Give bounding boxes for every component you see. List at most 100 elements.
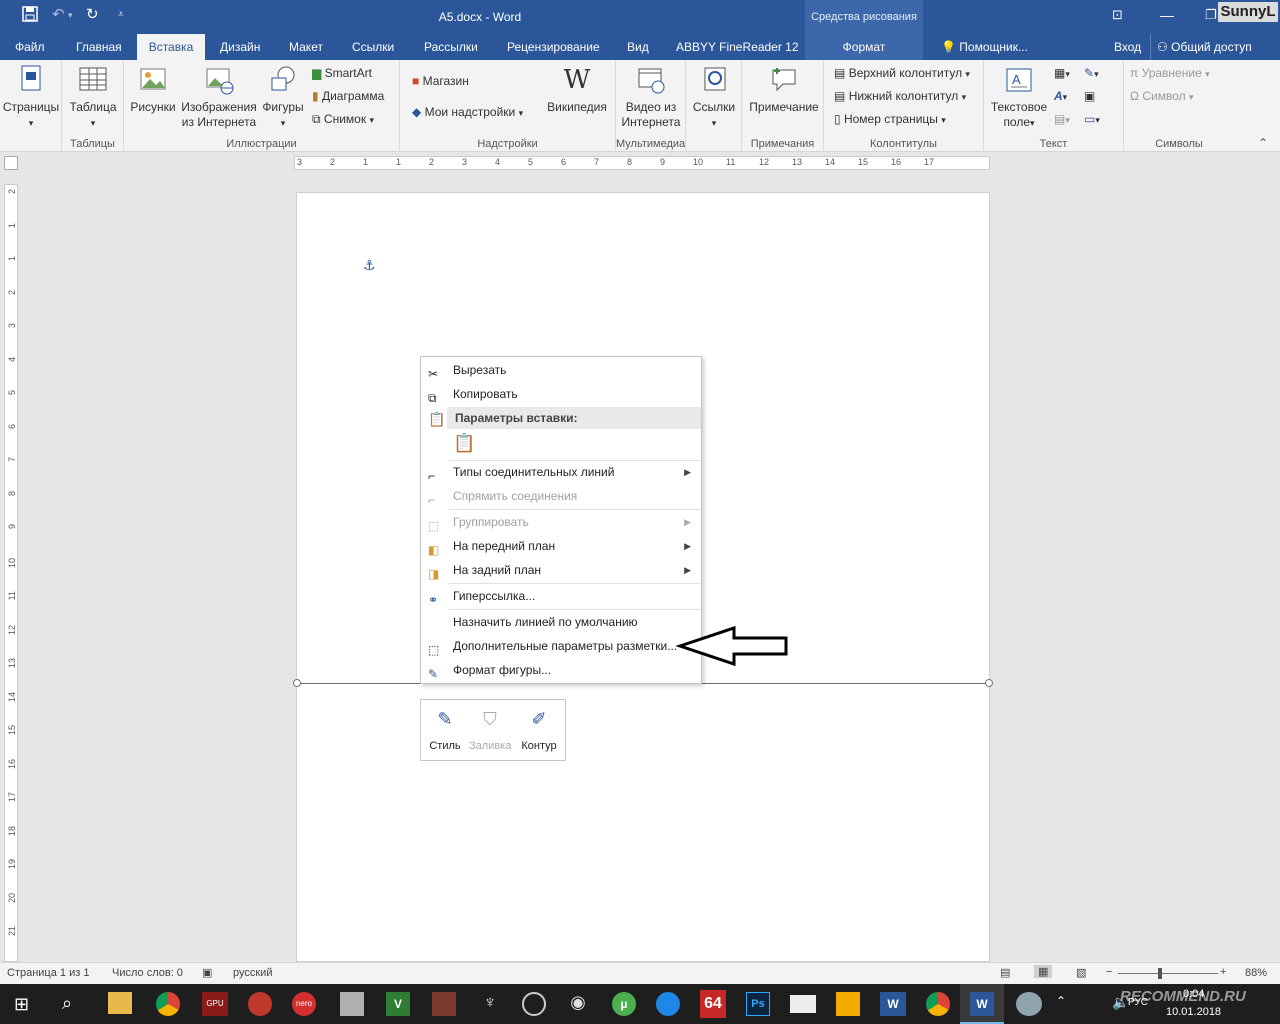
search-icon[interactable]: ⌕ bbox=[62, 993, 72, 1014]
screenshot-button[interactable]: ⧉ Снимок ▾ bbox=[312, 110, 374, 129]
menu-item-set-default-line[interactable]: Назначить линией по умолчанию bbox=[421, 611, 701, 633]
object-button[interactable]: ▭▾ bbox=[1084, 110, 1100, 129]
assassin-app-icon[interactable]: ♆ bbox=[478, 992, 502, 1016]
tell-me-box[interactable]: 💡 Помощник... bbox=[935, 34, 1034, 60]
tab-file[interactable]: Файл bbox=[9, 34, 51, 60]
links-button[interactable]: Ссылки ▾ bbox=[688, 64, 740, 131]
vertical-ruler[interactable]: 2 1 1 2 3 4 5 6 7 8 9 10 11 12 13 14 15 16 17 18 19 20 21 bbox=[4, 184, 18, 962]
start-windows-icon[interactable]: ⊞ bbox=[14, 994, 29, 1015]
pages-button[interactable]: Страницы ▾ bbox=[2, 64, 60, 131]
app-64-icon[interactable]: 64 bbox=[700, 990, 726, 1018]
online-pictures-button[interactable]: Изображения из Интернета bbox=[180, 64, 258, 130]
bank-app-icon[interactable] bbox=[248, 992, 272, 1016]
eye-app-icon[interactable]: ◉ bbox=[566, 992, 590, 1016]
footer-button[interactable]: ▤ Нижний колонтитул ▾ bbox=[834, 87, 966, 106]
smartart-button[interactable]: ▆ SmartArt bbox=[312, 64, 372, 82]
clock-time[interactable]: 0:04 bbox=[1183, 988, 1204, 1000]
tab-view[interactable]: Вид bbox=[621, 34, 655, 60]
menu-item-straighten[interactable]: ⌐ Спрямить соединения bbox=[421, 485, 701, 507]
line-start-handle[interactable] bbox=[293, 679, 301, 687]
store-button[interactable]: ■ Магазин bbox=[412, 72, 469, 90]
menu-item-bring-front[interactable]: ◧ На передний план ▶ bbox=[421, 535, 701, 557]
style-button[interactable]: ✎ Стиль bbox=[425, 704, 465, 758]
dropcap-button[interactable]: ▤▾ bbox=[1054, 110, 1070, 129]
utility-app-icon[interactable] bbox=[522, 992, 546, 1016]
restore-icon[interactable]: ❐ bbox=[1205, 6, 1217, 24]
equation-button[interactable]: π Уравнение ▾ bbox=[1130, 64, 1210, 83]
read-mode-icon[interactable]: ▤ bbox=[1000, 966, 1010, 979]
tab-abbyy[interactable]: ABBYY FineReader 12 bbox=[670, 34, 805, 60]
game-v-icon[interactable]: V bbox=[386, 992, 410, 1016]
tab-review[interactable]: Рецензирование bbox=[501, 34, 606, 60]
pictures-button[interactable]: Рисунки bbox=[128, 64, 178, 115]
undo-icon[interactable]: ↶ bbox=[52, 6, 65, 24]
tab-layout[interactable]: Макет bbox=[283, 34, 329, 60]
wikipedia-button[interactable]: W Википедия bbox=[542, 64, 612, 115]
page-count[interactable]: Страница 1 из 1 bbox=[7, 967, 89, 979]
chart-button[interactable]: ▮ Диаграмма bbox=[312, 87, 384, 105]
tab-references[interactable]: Ссылки bbox=[346, 34, 400, 60]
word-count[interactable]: Число слов: 0 bbox=[112, 967, 183, 979]
utorrent-icon[interactable]: µ bbox=[612, 992, 636, 1016]
shapes-button[interactable]: Фигуры ▾ bbox=[258, 64, 308, 131]
collapse-ribbon-icon[interactable]: ⌃ bbox=[1258, 136, 1268, 150]
proofing-icon[interactable]: ▣ bbox=[202, 966, 212, 979]
redo-icon[interactable]: ↻ bbox=[86, 6, 99, 24]
wordart-button[interactable]: A▾ bbox=[1054, 87, 1067, 106]
zoom-slider[interactable] bbox=[1118, 973, 1218, 974]
textbox-button[interactable]: A Текстовое поле▾ bbox=[986, 64, 1052, 131]
save-icon[interactable] bbox=[22, 6, 38, 27]
menu-item-connector-types[interactable]: ⌐ Типы соединительных линий ▶ bbox=[421, 461, 701, 483]
tray-arrow-icon[interactable]: ⌃ bbox=[1056, 994, 1066, 1008]
tab-home[interactable]: Главная bbox=[70, 34, 128, 60]
file-explorer-icon[interactable] bbox=[108, 992, 132, 1014]
online-video-button[interactable]: Видео из Интернета bbox=[618, 64, 684, 130]
tab-design[interactable]: Дизайн bbox=[214, 34, 266, 60]
menu-item-format-shape[interactable]: ✎ Формат фигуры... bbox=[421, 659, 701, 681]
paste-keep-format-icon[interactable]: 📋 bbox=[453, 433, 475, 457]
zoom-in-icon[interactable]: + bbox=[1220, 966, 1226, 978]
language-indicator[interactable]: русский bbox=[233, 967, 272, 979]
page-number-button[interactable]: ▯ Номер страницы ▾ bbox=[834, 110, 946, 129]
tab-selector[interactable] bbox=[4, 156, 18, 170]
clock-date[interactable]: 10.01.2018 bbox=[1166, 1006, 1221, 1018]
horizontal-ruler[interactable]: 3 2 1 1 2 3 4 5 6 7 8 9 10 11 12 13 14 15 16 17 bbox=[294, 156, 990, 170]
menu-item-copy[interactable]: ⧉ Копировать bbox=[421, 383, 701, 405]
menu-item-group[interactable]: ⬚ Группировать ▶ bbox=[421, 511, 701, 533]
fill-button[interactable]: ⛉ Заливка bbox=[469, 704, 511, 758]
minimize-icon[interactable]: — bbox=[1160, 6, 1174, 24]
comment-button[interactable]: Примечание bbox=[746, 64, 822, 115]
tab-mailings[interactable]: Рассылки bbox=[418, 34, 484, 60]
menu-item-send-back[interactable]: ◨ На задний план ▶ bbox=[421, 559, 701, 581]
symbol-button[interactable]: Ω Символ ▾ bbox=[1130, 87, 1193, 106]
photoshop-icon[interactable]: Ps bbox=[746, 992, 770, 1016]
nero-icon[interactable]: nero bbox=[292, 992, 316, 1016]
ribbon-display-icon[interactable]: ⊡ bbox=[1112, 6, 1123, 24]
line-end-handle[interactable] bbox=[985, 679, 993, 687]
table-button[interactable]: Таблица ▾ bbox=[66, 64, 120, 131]
chrome-window-icon[interactable] bbox=[926, 992, 950, 1016]
sign-in-link[interactable]: Вход bbox=[1108, 34, 1147, 60]
quick-parts-button[interactable]: ▦▾ bbox=[1054, 64, 1070, 83]
gpu-tweak-icon[interactable]: GPU bbox=[202, 992, 228, 1016]
skype-icon[interactable] bbox=[656, 992, 680, 1016]
outline-button[interactable]: ✐ Контур bbox=[515, 704, 563, 758]
web-layout-icon[interactable]: ▧ bbox=[1076, 966, 1086, 979]
header-button[interactable]: ▤ Верхний колонтитул ▾ bbox=[834, 64, 970, 83]
signature-line-button[interactable]: ✎▾ bbox=[1084, 64, 1099, 83]
customize-qat-icon[interactable]: ⩡ bbox=[118, 6, 124, 24]
word-active-task[interactable]: W bbox=[960, 984, 1004, 1024]
mail-icon[interactable] bbox=[790, 995, 816, 1013]
undo-dropdown-icon[interactable]: ▾ bbox=[68, 6, 73, 24]
zoom-out-icon[interactable]: − bbox=[1106, 966, 1112, 978]
menu-item-more-layout-options[interactable]: ⬚ Дополнительные параметры разметки... bbox=[421, 635, 701, 657]
tab-format[interactable]: Формат bbox=[805, 34, 923, 60]
print-layout-icon[interactable]: ▦ bbox=[1034, 965, 1053, 978]
game-icon[interactable] bbox=[432, 992, 456, 1016]
zoom-level[interactable]: 88% bbox=[1245, 967, 1267, 979]
weather-icon[interactable] bbox=[1016, 992, 1042, 1016]
my-addins-button[interactable]: ◆ Мои надстройки ▾ bbox=[412, 103, 523, 122]
zoom-slider-thumb[interactable] bbox=[1158, 968, 1162, 979]
menu-item-cut[interactable]: ✂ Вырезать bbox=[421, 359, 701, 381]
app-icon[interactable] bbox=[836, 992, 860, 1016]
